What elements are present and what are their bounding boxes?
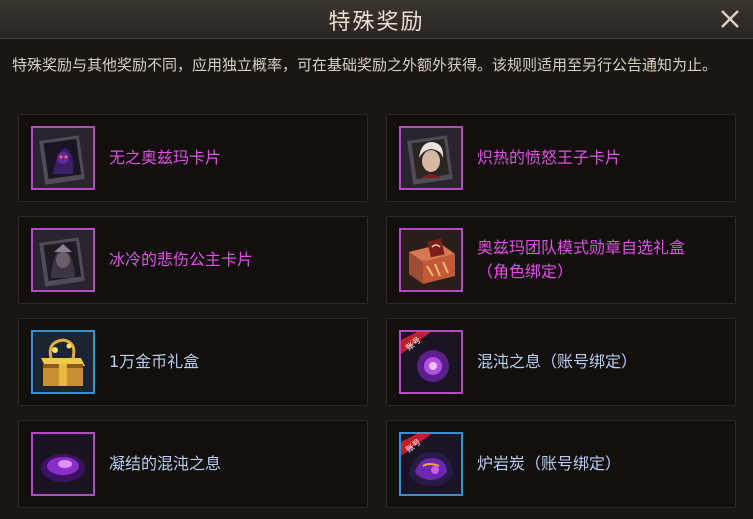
description-text: 特殊奖励与其他奖励不同，应用独立概率，可在基础奖励之外额外获得。该规则适用至另行… — [12, 56, 718, 74]
reward-name: 1万金币礼盒 — [109, 352, 200, 371]
reward-name: 混沌之息（账号绑定） — [477, 352, 638, 371]
reward-name: 凝结的混沌之息 — [109, 454, 222, 473]
reward-name: 炉岩炭（账号绑定） — [477, 454, 622, 473]
reward-name: 奥兹玛团队模式勋章自选礼盒 （角色绑定） — [477, 236, 685, 284]
reward-item[interactable]: 账号 炉岩炭（账号绑定） — [386, 420, 736, 508]
window-title: 特殊奖励 — [328, 10, 425, 35]
reward-icon-slot: 账号 — [399, 432, 463, 496]
prince-card-icon — [401, 128, 461, 188]
reward-name: 炽热的愤怒王子卡片 — [477, 148, 622, 167]
reward-name: 无之奥兹玛卡片 — [109, 148, 222, 167]
reward-item[interactable]: 1万金币礼盒 — [18, 318, 368, 406]
reward-name-line1: 奥兹玛团队模式勋章自选礼盒 — [477, 238, 686, 257]
reward-item[interactable]: 炽热的愤怒王子卡片 — [386, 114, 736, 202]
reward-icon-slot — [31, 432, 95, 496]
chaos-breath-icon: 账号 — [401, 332, 461, 392]
reward-item[interactable]: 冰冷的悲伤公主卡片 — [18, 216, 368, 304]
furnace-coal-icon: 账号 — [401, 434, 461, 494]
reward-item[interactable]: 账号 混沌之息（账号绑定） — [386, 318, 736, 406]
reward-icon-slot — [31, 330, 95, 394]
reward-name-line2: （角色绑定） — [477, 262, 574, 281]
close-button[interactable] — [715, 4, 745, 34]
condensed-chaos-icon — [33, 434, 93, 494]
reward-icon-slot — [31, 228, 95, 292]
close-icon — [721, 10, 739, 28]
reward-item[interactable]: 奥兹玛团队模式勋章自选礼盒 （角色绑定） — [386, 216, 736, 304]
reward-item[interactable]: 无之奥兹玛卡片 — [18, 114, 368, 202]
title-bar: 特殊奖励 — [0, 0, 753, 39]
reward-icon-slot: 账号 — [399, 330, 463, 394]
ozma-card-icon — [33, 128, 93, 188]
reward-icon-slot — [399, 126, 463, 190]
reward-item[interactable]: 凝结的混沌之息 — [18, 420, 368, 508]
medal-box-icon — [401, 230, 461, 290]
gold-box-icon — [33, 332, 93, 392]
reward-icon-slot — [31, 126, 95, 190]
reward-grid: 无之奥兹玛卡片 炽热的愤怒王子卡片 冰冷的悲伤公主卡片 奥兹玛团队模式勋章自选礼… — [18, 114, 736, 508]
reward-icon-slot — [399, 228, 463, 292]
reward-name: 冰冷的悲伤公主卡片 — [109, 250, 254, 269]
princess-card-icon — [33, 230, 93, 290]
